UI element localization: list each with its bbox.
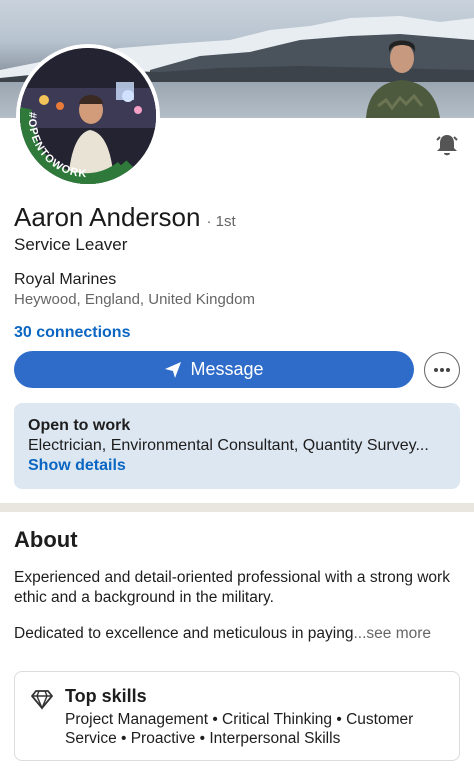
about-paragraph-2: Dedicated to excellence and meticulous i… [14,624,460,644]
name-row: Aaron Anderson · 1st [14,202,236,233]
cover-person [366,40,440,118]
open-to-work-card[interactable]: Open to work Electrician, Environmental … [14,403,460,489]
profile-headline: Service Leaver [14,235,128,254]
more-horizontal-icon [434,368,450,372]
profile-avatar[interactable]: #OPENTOWORK [16,44,160,188]
open-to-work-title: Open to work [28,417,131,434]
diamond-icon [31,690,53,710]
profile-name: Aaron Anderson [14,202,201,232]
send-icon [165,361,182,378]
bell-icon[interactable] [434,132,460,158]
about-paragraph-2-text: Dedicated to excellence and meticulous i… [14,625,354,642]
more-options-button[interactable] [424,352,460,388]
message-button-label: Message [190,359,264,379]
connections-link[interactable]: 30 connections [14,324,130,342]
open-to-work-roles: Electrician, Environmental Consultant, Q… [28,437,429,454]
top-skills-heading: Top skills [65,686,147,706]
connection-degree: · 1st [206,213,236,230]
section-divider [0,503,474,512]
see-more-link[interactable]: ...see more [354,625,432,642]
profile-location: Heywood, England, United Kingdom [14,291,255,308]
message-button[interactable]: Message [14,351,414,388]
profile-company: Royal Marines [14,271,117,288]
top-skills-card[interactable]: Top skills Project Management • Critical… [14,671,460,761]
open-to-work-ring: #OPENTOWORK [20,107,138,184]
avatar-photo: #OPENTOWORK [20,48,156,184]
show-details-link[interactable]: Show details [28,457,446,475]
about-heading: About [14,527,78,552]
about-paragraph-1: Experienced and detail-oriented professi… [14,569,450,606]
top-skills-list: Project Management • Critical Thinking •… [65,711,414,747]
